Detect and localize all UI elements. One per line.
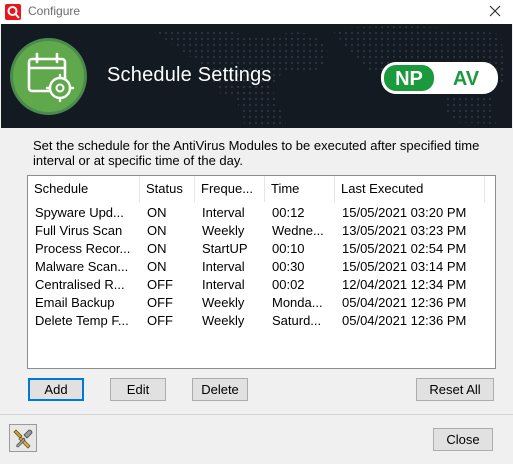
cell-status: ON bbox=[147, 241, 167, 256]
cell-schedule: Malware Scan... bbox=[35, 259, 129, 274]
logo-av-text: AV bbox=[453, 68, 480, 90]
logo-np-text: NP bbox=[395, 68, 423, 90]
cell-time: 00:12 bbox=[272, 205, 305, 220]
edit-button[interactable]: Edit bbox=[110, 378, 166, 401]
column-header-time[interactable]: Time bbox=[265, 176, 335, 202]
table-row[interactable]: Spyware Upd... ON Interval 00:12 15/05/2… bbox=[28, 204, 495, 222]
configure-window: Configure Schedule Settings NP AV Set th… bbox=[0, 0, 513, 464]
table-row[interactable]: Delete Temp F... OFF Weekly Saturd... 05… bbox=[28, 312, 495, 330]
cell-last-executed: 13/05/2021 03:23 PM bbox=[342, 223, 467, 238]
cell-frequency: StartUP bbox=[202, 241, 248, 256]
cell-frequency: Interval bbox=[202, 259, 245, 274]
cell-status: ON bbox=[147, 259, 167, 274]
cell-last-executed: 15/05/2021 03:20 PM bbox=[342, 205, 467, 220]
window-title: Configure bbox=[28, 4, 81, 18]
page-title: Schedule Settings bbox=[107, 64, 272, 86]
cell-frequency: Interval bbox=[202, 277, 245, 292]
cell-time: 00:10 bbox=[272, 241, 305, 256]
cell-last-executed: 05/04/2021 12:36 PM bbox=[342, 313, 467, 328]
column-header-frequency[interactable]: Freque... bbox=[195, 176, 265, 202]
cell-time: Wedne... bbox=[272, 223, 324, 238]
cell-schedule: Delete Temp F... bbox=[35, 313, 129, 328]
cell-last-executed: 15/05/2021 02:54 PM bbox=[342, 241, 467, 256]
tools-icon[interactable] bbox=[9, 424, 37, 452]
cell-last-executed: 15/05/2021 03:14 PM bbox=[342, 259, 467, 274]
cell-frequency: Weekly bbox=[202, 223, 245, 238]
cell-frequency: Weekly bbox=[202, 313, 245, 328]
table-row[interactable]: Malware Scan... ON Interval 00:30 15/05/… bbox=[28, 258, 495, 276]
cell-time: 00:02 bbox=[272, 277, 305, 292]
column-header-last-executed[interactable]: Last Executed bbox=[335, 176, 485, 202]
cell-time: Monda... bbox=[272, 295, 323, 310]
cell-schedule: Spyware Upd... bbox=[35, 205, 124, 220]
cell-status: OFF bbox=[147, 313, 173, 328]
cell-frequency: Weekly bbox=[202, 295, 245, 310]
calendar-gear-icon bbox=[10, 38, 87, 115]
add-button[interactable]: Add bbox=[28, 378, 84, 401]
cell-time: 00:30 bbox=[272, 259, 305, 274]
title-bar: Configure bbox=[0, 0, 513, 24]
cell-schedule: Process Recor... bbox=[35, 241, 131, 256]
table-header: Schedule Status Freque... Time Last Exec… bbox=[28, 176, 495, 202]
cell-status: OFF bbox=[147, 277, 173, 292]
cell-status: OFF bbox=[147, 295, 173, 310]
table-row[interactable]: Centralised R... OFF Interval 00:02 12/0… bbox=[28, 276, 495, 294]
table-row[interactable]: Process Recor... ON StartUP 00:10 15/05/… bbox=[28, 240, 495, 258]
cell-status: ON bbox=[147, 223, 167, 238]
description-text: Set the schedule for the AntiVirus Modul… bbox=[33, 138, 480, 168]
column-header-status[interactable]: Status bbox=[140, 176, 195, 202]
cell-schedule: Email Backup bbox=[35, 295, 115, 310]
table-row[interactable]: Email Backup OFF Weekly Monda... 05/04/2… bbox=[28, 294, 495, 312]
header-banner: Schedule Settings NP AV bbox=[1, 24, 512, 128]
close-icon[interactable] bbox=[487, 3, 503, 19]
footer-divider bbox=[0, 414, 513, 415]
schedule-table[interactable]: Schedule Status Freque... Time Last Exec… bbox=[27, 175, 496, 369]
cell-schedule: Full Virus Scan bbox=[35, 223, 123, 238]
cell-frequency: Interval bbox=[202, 205, 245, 220]
cell-status: ON bbox=[147, 205, 167, 220]
column-header-schedule[interactable]: Schedule bbox=[28, 176, 140, 202]
npav-logo: NP AV bbox=[381, 62, 498, 94]
npav-app-icon bbox=[5, 4, 21, 20]
cell-time: Saturd... bbox=[272, 313, 322, 328]
reset-all-button[interactable]: Reset All bbox=[416, 378, 494, 401]
cell-last-executed: 05/04/2021 12:36 PM bbox=[342, 295, 467, 310]
cell-schedule: Centralised R... bbox=[35, 277, 125, 292]
table-row[interactable]: Full Virus Scan ON Weekly Wedne... 13/05… bbox=[28, 222, 495, 240]
close-button[interactable]: Close bbox=[433, 428, 493, 451]
delete-button[interactable]: Delete bbox=[192, 378, 248, 401]
cell-last-executed: 12/04/2021 12:34 PM bbox=[342, 277, 467, 292]
